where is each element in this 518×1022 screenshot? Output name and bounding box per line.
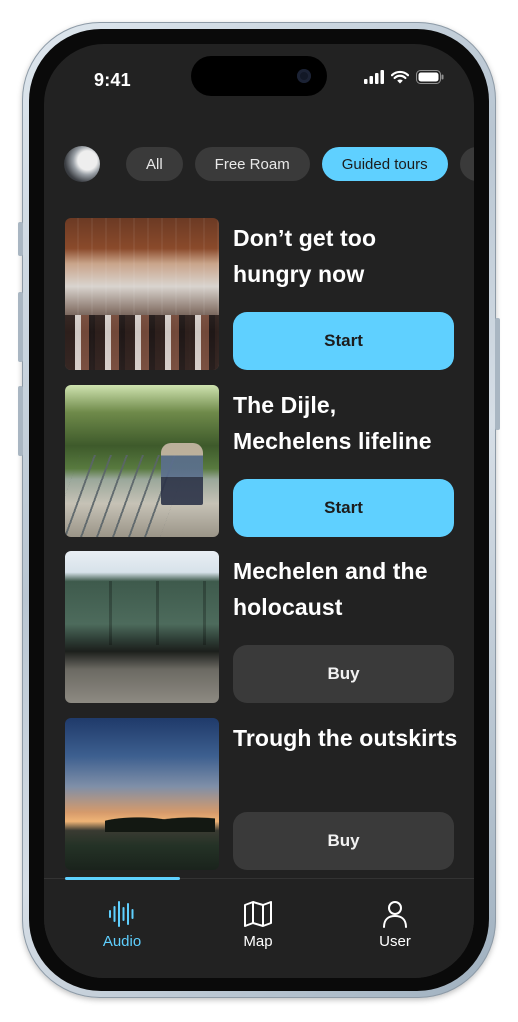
volume-down-button <box>18 386 23 456</box>
buy-button[interactable]: Buy <box>233 812 454 870</box>
map-icon <box>244 901 272 927</box>
dynamic-island <box>191 56 327 96</box>
action-button <box>18 222 23 256</box>
bottom-nav: Audio Map User <box>44 877 474 978</box>
nav-item-audio[interactable]: Audio <box>72 899 172 950</box>
nav-item-map[interactable]: Map <box>208 899 308 950</box>
avatar[interactable] <box>64 146 100 182</box>
battery-icon <box>416 70 444 84</box>
tour-title: The Dijle, Mechelens lifeline <box>233 392 432 454</box>
filter-bar: All Free Roam Guided tours <box>64 144 474 184</box>
nav-active-indicator <box>65 877 180 880</box>
wifi-icon <box>391 70 409 84</box>
nav-item-user[interactable]: User <box>345 899 445 950</box>
tour-title: Mechelen and the holocaust <box>233 558 428 620</box>
status-icons <box>364 70 444 84</box>
tour-image <box>65 385 219 537</box>
tour-image <box>65 718 219 870</box>
camera-icon <box>297 69 311 83</box>
tour-card: The Dijle, Mechelens lifeline Start <box>65 385 454 537</box>
tour-title: Trough the outskirts <box>233 725 458 751</box>
chip-free-roam[interactable]: Free Roam <box>194 147 310 181</box>
nav-label: Map <box>243 933 273 950</box>
chip-guided-tours[interactable]: Guided tours <box>321 147 448 181</box>
nav-label: Audio <box>102 933 142 950</box>
audio-waves-icon <box>109 901 134 927</box>
tour-card: Don’t get too hungry now Start <box>65 218 454 370</box>
tour-card: Mechelen and the holocaust Buy <box>65 551 454 703</box>
app-screen: 9:41 All Free Roam Guided tours Don’t ge… <box>44 44 474 978</box>
nav-label: User <box>379 933 411 950</box>
volume-up-button <box>18 292 23 362</box>
power-button <box>495 318 500 430</box>
signal-icon <box>364 70 384 84</box>
start-button[interactable]: Start <box>233 312 454 370</box>
tour-image <box>65 218 219 370</box>
tour-title: Don’t get too hungry now <box>233 225 377 287</box>
chip-all[interactable]: All <box>126 147 183 181</box>
chip-more[interactable] <box>459 147 474 181</box>
tour-image <box>65 551 219 703</box>
tour-card: Trough the outskirts Buy <box>65 718 457 870</box>
user-icon <box>383 901 407 928</box>
buy-button[interactable]: Buy <box>233 645 454 703</box>
status-time: 9:41 <box>94 70 131 90</box>
start-button[interactable]: Start <box>233 479 454 537</box>
